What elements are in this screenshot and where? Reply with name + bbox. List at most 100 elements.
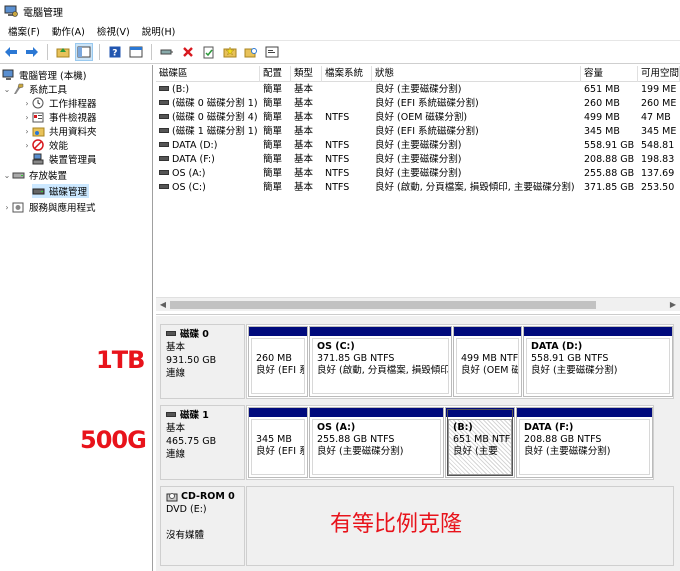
disk-0-partition-efi[interactable]: 260 MB 良好 (EFI 系 — [248, 326, 308, 397]
table-row[interactable]: OS (C:) 簡單 基本 NTFS 良好 (啟動, 分頁檔案, 損毀傾印, 主要磁碟分… — [156, 181, 680, 195]
disk-0-partition-oem[interactable]: 499 MB NTF 良好 (OEM 磁 — [453, 326, 522, 397]
tree-item-event-viewer[interactable]: › 事件檢視器 — [22, 110, 97, 124]
panel-icon[interactable] — [127, 43, 145, 61]
menu-help[interactable]: 說明(H) — [136, 24, 182, 38]
table-row[interactable]: OS (A:) 簡單 基本 NTFS 良好 (主要磁碟分割) 255.88 GB 137.6… — [156, 167, 680, 181]
back-arrow-icon[interactable] — [2, 43, 20, 61]
cell-text: 345 MB — [584, 126, 620, 137]
partition-status: 良好 (主要 — [453, 446, 498, 457]
shared-folder-icon — [32, 125, 45, 137]
menu-file[interactable]: 檔案(F) — [2, 24, 46, 38]
table-row[interactable]: (磁碟 1 磁碟分割 1) 簡單 基本 良好 (EFI 系統磁碟分割) 345 MB 34… — [156, 125, 680, 139]
disk-1-partition-os-a[interactable]: OS (A:) 255.88 GB NTFS 良好 (主要磁碟分割) — [309, 407, 444, 478]
annotation-500g: 500G — [80, 426, 147, 454]
column-header-volume[interactable]: 磁碟區 — [156, 66, 260, 82]
tree-item-shared-folders[interactable]: › 共用資料夾 — [22, 124, 96, 139]
table-row[interactable]: (B:) 簡單 基本 良好 (主要磁碟分割) 651 MB 199 ME — [156, 83, 680, 97]
expander-icon[interactable]: › — [22, 127, 32, 136]
disk-name: 磁碟 0 — [180, 329, 209, 340]
menu-view[interactable]: 檢視(V) — [91, 24, 136, 38]
volume-list: 磁碟區 配置 類型 檔案系統 狀態 容量 可用空間 (B:) 簡單 基本 良好 (主要… — [156, 66, 680, 315]
tree-item-disk-management[interactable]: 磁碟管理 — [32, 184, 90, 198]
expander-icon[interactable]: ⌄ — [2, 85, 12, 94]
menu-action[interactable]: 動作(A) — [46, 24, 91, 38]
partition-size: 208.88 GB NTFS — [524, 434, 602, 445]
table-cell: 良好 (主要磁碟分割) — [372, 153, 581, 167]
tree-item-storage[interactable]: ⌄ 存放裝置 — [2, 168, 67, 183]
column-header-status[interactable]: 狀態 — [372, 66, 581, 82]
table-row[interactable]: DATA (D:) 簡單 基本 NTFS 良好 (主要磁碟分割) 558.91 GB 548… — [156, 139, 680, 153]
cell-text: 基本 — [294, 182, 314, 193]
partition-size: 558.91 GB NTFS — [531, 353, 609, 364]
scroll-left-icon[interactable]: ◀ — [156, 298, 170, 312]
expander-icon[interactable]: › — [22, 99, 32, 108]
forward-arrow-icon[interactable] — [23, 43, 41, 61]
table-cell: 651 MB — [581, 83, 638, 97]
table-row[interactable]: DATA (F:) 簡單 基本 NTFS 良好 (主要磁碟分割) 208.88 GB 198… — [156, 153, 680, 167]
column-header-free-space[interactable]: 可用空間 — [638, 66, 680, 82]
disk-1-partition-data-f[interactable]: DATA (F:) 208.88 GB NTFS 良好 (主要磁碟分割) — [516, 407, 653, 478]
disk-1-partition-efi[interactable]: 345 MB 良好 (EFI 系 — [248, 407, 308, 478]
tree-item-computer-management[interactable]: 電腦管理 (本機) — [2, 68, 86, 82]
computer-management-icon — [4, 5, 18, 17]
tree-item-performance[interactable]: › 效能 — [22, 138, 68, 152]
cell-text: OS (C:) — [172, 182, 206, 193]
expander-icon[interactable]: ⌄ — [2, 171, 12, 180]
performance-icon — [32, 139, 45, 151]
disk-1-partition-b[interactable]: (B:) 651 MB NTF 良好 (主要 — [445, 407, 515, 478]
cdrom-0-label[interactable]: CD-ROM 0 DVD (E:) 沒有媒體 — [160, 486, 245, 566]
folder-star-icon[interactable] — [221, 43, 239, 61]
device-manager-icon — [32, 153, 45, 165]
disk-0-partition-os-c[interactable]: OS (C:) 371.85 GB NTFS 良好 (啟動, 分頁檔案, 損毀傾印 — [309, 326, 452, 397]
folder-up-icon[interactable] — [54, 43, 72, 61]
disk-type: DVD (E:) — [166, 504, 207, 515]
table-cell: 基本 — [291, 125, 322, 139]
disk-status: 沒有媒體 — [166, 530, 205, 541]
cell-text: 255.88 GB — [584, 168, 635, 179]
table-row[interactable]: (磁碟 0 磁碟分割 1) 簡單 基本 良好 (EFI 系統磁碟分割) 260 MB 26… — [156, 97, 680, 111]
expander-icon[interactable]: › — [22, 113, 32, 122]
volume-icon — [159, 170, 169, 175]
table-cell — [322, 83, 372, 97]
cell-text: NTFS — [325, 112, 350, 123]
cell-text: 基本 — [294, 168, 314, 179]
table-cell: NTFS — [322, 153, 372, 167]
column-header-layout[interactable]: 配置 — [260, 66, 291, 82]
delete-x-icon[interactable] — [179, 43, 197, 61]
column-header-capacity[interactable]: 容量 — [581, 66, 638, 82]
tree-item-label: 事件檢視器 — [49, 113, 97, 124]
table-cell: 良好 (EFI 系統磁碟分割) — [372, 125, 581, 139]
help-icon[interactable]: ? — [106, 43, 124, 61]
cell-text: 260 MB — [584, 98, 620, 109]
tools-icon — [12, 83, 25, 95]
cell-text: 良好 (EFI 系統磁碟分割) — [375, 126, 479, 137]
table-cell: (B:) — [156, 83, 260, 97]
column-header-filesystem[interactable]: 檔案系統 — [322, 66, 372, 82]
search-folder-icon[interactable] — [242, 43, 260, 61]
disk-1-label[interactable]: 磁碟 1 基本 465.75 GB 連線 — [160, 405, 245, 480]
connect-icon[interactable] — [158, 43, 176, 61]
table-cell — [322, 125, 372, 139]
disk-name: CD-ROM 0 — [181, 491, 235, 502]
disk-0-label[interactable]: 磁碟 0 基本 931.50 GB 連線 — [160, 324, 245, 399]
table-row[interactable]: (磁碟 0 磁碟分割 4) 簡單 基本 NTFS 良好 (OEM 磁碟分割) 499 MB… — [156, 111, 680, 125]
check-document-icon[interactable] — [200, 43, 218, 61]
partition-name: OS (A:) — [317, 422, 356, 433]
column-header-type[interactable]: 類型 — [291, 66, 322, 82]
properties-panel-icon[interactable] — [75, 43, 93, 61]
scrollbar-thumb[interactable] — [170, 301, 596, 309]
cell-text: 簡單 — [263, 98, 283, 109]
horizontal-scrollbar[interactable]: ◀ ▶ — [156, 297, 680, 311]
expander-icon[interactable]: › — [2, 203, 12, 212]
table-cell: 260 ME — [638, 97, 680, 111]
tree-item-device-manager[interactable]: 裝置管理員 — [32, 152, 97, 166]
tree-item-task-scheduler[interactable]: › 工作排程器 — [22, 96, 97, 110]
scroll-right-icon[interactable]: ▶ — [666, 298, 680, 312]
tree-item-services-apps[interactable]: › 服務與應用程式 — [2, 200, 96, 214]
disk-0-partition-data-d[interactable]: DATA (D:) 558.91 GB NTFS 良好 (主要磁碟分割) — [523, 326, 673, 397]
cell-text: 良好 (主要磁碟分割) — [375, 84, 462, 95]
tree-item-system-tools[interactable]: ⌄ 系統工具 — [2, 82, 67, 96]
console-icon[interactable] — [263, 43, 281, 61]
table-cell: 499 MB — [581, 111, 638, 125]
expander-icon[interactable]: › — [22, 141, 32, 150]
